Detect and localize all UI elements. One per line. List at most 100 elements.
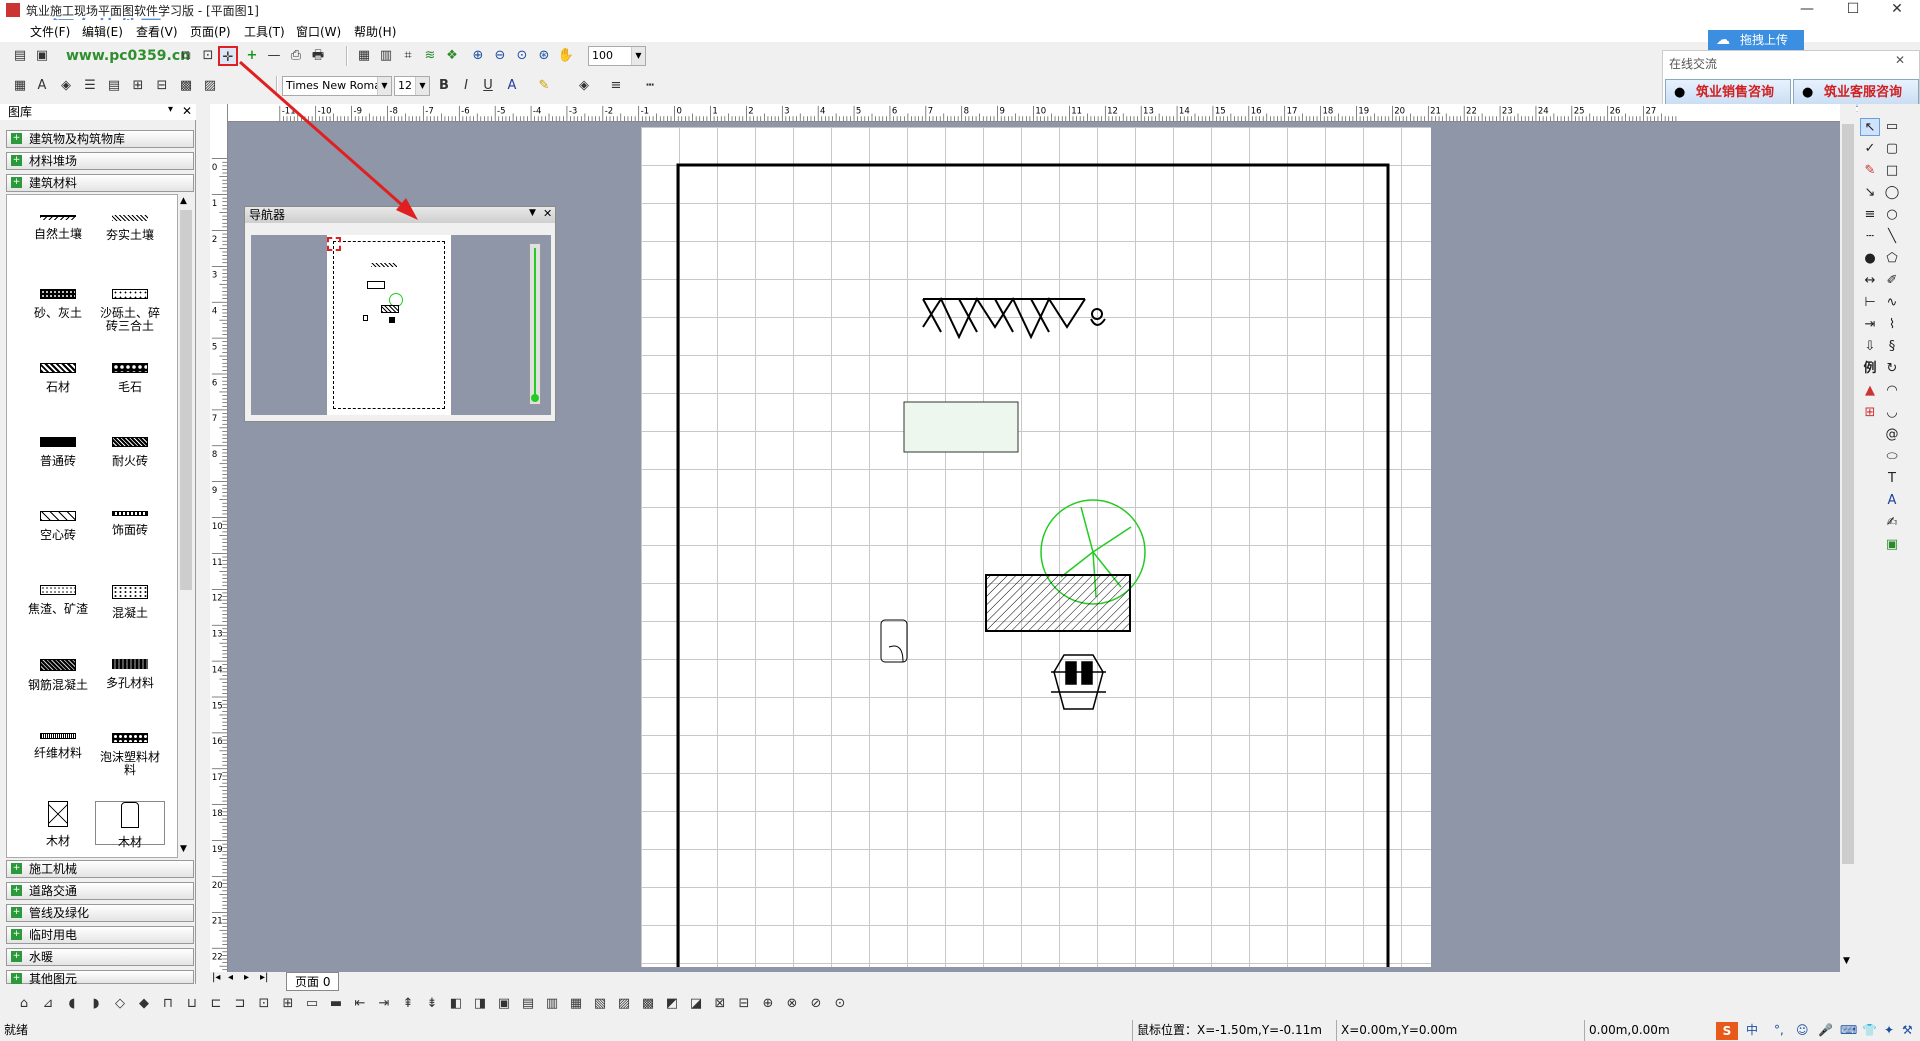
category-buildings[interactable]: + 建筑物及构筑物库: [6, 130, 194, 148]
connector-icon[interactable]: ↘: [1860, 184, 1880, 202]
scroll-up-icon[interactable]: ▲: [180, 196, 187, 206]
category-building-materials[interactable]: + 建筑材料: [6, 174, 194, 192]
list-item[interactable]: 沙砾土、碎砖三合土: [95, 289, 165, 333]
move-icon[interactable]: ✛: [218, 46, 238, 66]
underline-button[interactable]: U: [478, 76, 498, 96]
prev-page-icon[interactable]: ◂: [228, 972, 233, 983]
scroll-thumb[interactable]: [1842, 124, 1854, 864]
align-tool-icon[interactable]: ▭: [302, 994, 322, 1014]
navigator-zoom-slider[interactable]: [529, 243, 541, 405]
list-item[interactable]: 钢筋混凝土: [23, 659, 93, 692]
line-style-icon[interactable]: ┅: [640, 76, 660, 96]
spiral-icon[interactable]: @: [1882, 426, 1902, 444]
list-item[interactable]: 泡沫塑料材料: [95, 733, 165, 777]
align-tool-icon[interactable]: ◨: [470, 994, 490, 1014]
hatch-line-icon[interactable]: ≡: [1860, 206, 1880, 224]
align-tool-icon[interactable]: ⊡: [254, 994, 274, 1014]
menu-tools[interactable]: 工具(T): [240, 23, 289, 40]
zoom-out-icon[interactable]: ⊖: [490, 46, 510, 66]
stamp-icon[interactable]: ▲: [1860, 382, 1880, 400]
list-item[interactable]: 砂、灰土: [23, 289, 93, 320]
freehand-icon[interactable]: ✐: [1882, 272, 1902, 290]
align-tool-icon[interactable]: ⊿: [38, 994, 58, 1014]
scroll-down-icon[interactable]: ▼: [180, 844, 187, 854]
square-icon[interactable]: □: [1882, 162, 1902, 180]
round-rect-icon[interactable]: ▢: [1882, 140, 1902, 158]
scroll-down-icon[interactable]: ▼: [1843, 956, 1850, 966]
align-tool-icon[interactable]: ◗: [86, 994, 106, 1014]
align-tool-icon[interactable]: ▦: [566, 994, 586, 1014]
ime-mode[interactable]: 中: [1746, 1020, 1758, 1041]
last-page-icon[interactable]: ▸|: [260, 972, 268, 983]
close-button[interactable]: ✕: [1874, 0, 1920, 20]
pencil-icon[interactable]: ✎: [1860, 162, 1880, 180]
scroll-thumb[interactable]: [180, 210, 192, 590]
tab-page[interactable]: 页面 0: [286, 972, 340, 991]
italic-button[interactable]: I: [456, 76, 476, 96]
zoom-page-icon[interactable]: ⊛: [534, 46, 554, 66]
select-icon[interactable]: ↖: [1860, 118, 1880, 136]
list-item[interactable]: 木材: [23, 801, 93, 848]
oval-icon[interactable]: ⬭: [1882, 448, 1902, 466]
text-edit-icon[interactable]: ✍: [1882, 514, 1902, 532]
align-tool-icon[interactable]: ⊞: [278, 994, 298, 1014]
category-pipes-greening[interactable]: + 管线及绿化: [6, 904, 194, 922]
bold-button[interactable]: B: [434, 76, 454, 96]
align-tool-icon[interactable]: ⊏: [206, 994, 226, 1014]
list-item-selected[interactable]: 木材: [95, 801, 165, 849]
align-tool-icon[interactable]: ⊘: [806, 994, 826, 1014]
list-item[interactable]: 自然土壤: [23, 215, 93, 241]
library-scrollbar[interactable]: ▲ ▼: [178, 194, 194, 858]
rect-icon[interactable]: ▭: [1882, 118, 1902, 136]
dash-icon[interactable]: ┄: [1860, 228, 1880, 246]
align-tool-icon[interactable]: ▣: [494, 994, 514, 1014]
polygon-icon[interactable]: ⬠: [1882, 250, 1902, 268]
menu-window[interactable]: 窗口(W): [292, 23, 345, 40]
list-item[interactable]: 纤维材料: [23, 733, 93, 760]
list-item[interactable]: 饰面砖: [95, 511, 165, 537]
polyline-icon[interactable]: ⌇: [1882, 316, 1902, 334]
chat-close-icon[interactable]: ✕: [1895, 53, 1905, 67]
list-item[interactable]: 夯实土壤: [95, 215, 165, 242]
settings-icon[interactable]: ✦: [1884, 1020, 1894, 1041]
align-tool-icon[interactable]: ▨: [614, 994, 634, 1014]
align-tool-icon[interactable]: ⊙: [830, 994, 850, 1014]
list-item[interactable]: 耐火砖: [95, 437, 165, 468]
north-arrow-icon[interactable]: ⇩: [1860, 338, 1880, 356]
menu-help[interactable]: 帮助(H): [350, 23, 400, 40]
line-color-icon[interactable]: ✎: [534, 76, 554, 96]
list-item[interactable]: 焦渣、矿渣: [23, 585, 93, 616]
ime-logo-icon[interactable]: S: [1716, 1022, 1738, 1040]
example-icon[interactable]: 例: [1860, 360, 1880, 378]
menu-edit[interactable]: 编辑(E): [78, 23, 127, 40]
loop-icon[interactable]: ↻: [1882, 360, 1902, 378]
align-tool-icon[interactable]: ◇: [110, 994, 130, 1014]
list-item[interactable]: 多孔材料: [95, 659, 165, 690]
line-icon[interactable]: ╲: [1882, 228, 1902, 246]
canvas-vscrollbar[interactable]: ▼: [1840, 104, 1856, 972]
align-tool-icon[interactable]: ◩: [662, 994, 682, 1014]
category-plumbing[interactable]: + 水暖: [6, 948, 194, 966]
menu-view[interactable]: 查看(V): [132, 23, 182, 40]
split-icon[interactable]: ⊟: [152, 76, 172, 96]
upload-button[interactable]: ☁ 拖拽上传: [1708, 30, 1804, 50]
curve-icon[interactable]: ∿: [1882, 294, 1902, 312]
cells-icon[interactable]: ▨: [200, 76, 220, 96]
align-tool-icon[interactable]: ⇤: [350, 994, 370, 1014]
pan-hand-icon[interactable]: ✋: [556, 46, 576, 66]
list-item[interactable]: 石材: [23, 363, 93, 394]
ellipse-icon[interactable]: ◯: [1882, 184, 1902, 202]
align-tool-icon[interactable]: ▥: [542, 994, 562, 1014]
frame-icon[interactable]: ⊞: [1860, 404, 1880, 422]
dot-icon[interactable]: ●: [1860, 250, 1880, 268]
minus-icon[interactable]: —: [264, 46, 284, 66]
crop-icon[interactable]: ⌗: [398, 46, 418, 66]
align-tool-icon[interactable]: ⊕: [758, 994, 778, 1014]
align-tool-icon[interactable]: ⊐: [230, 994, 250, 1014]
align-tool-icon[interactable]: ⊓: [158, 994, 178, 1014]
font-color-icon[interactable]: A: [502, 76, 522, 96]
measure-icon[interactable]: ⊢: [1860, 294, 1880, 312]
navigator-dropdown-icon[interactable]: ▼: [529, 208, 536, 218]
grid-icon[interactable]: ▦: [354, 46, 374, 66]
zoom-in-icon[interactable]: ⊕: [468, 46, 488, 66]
